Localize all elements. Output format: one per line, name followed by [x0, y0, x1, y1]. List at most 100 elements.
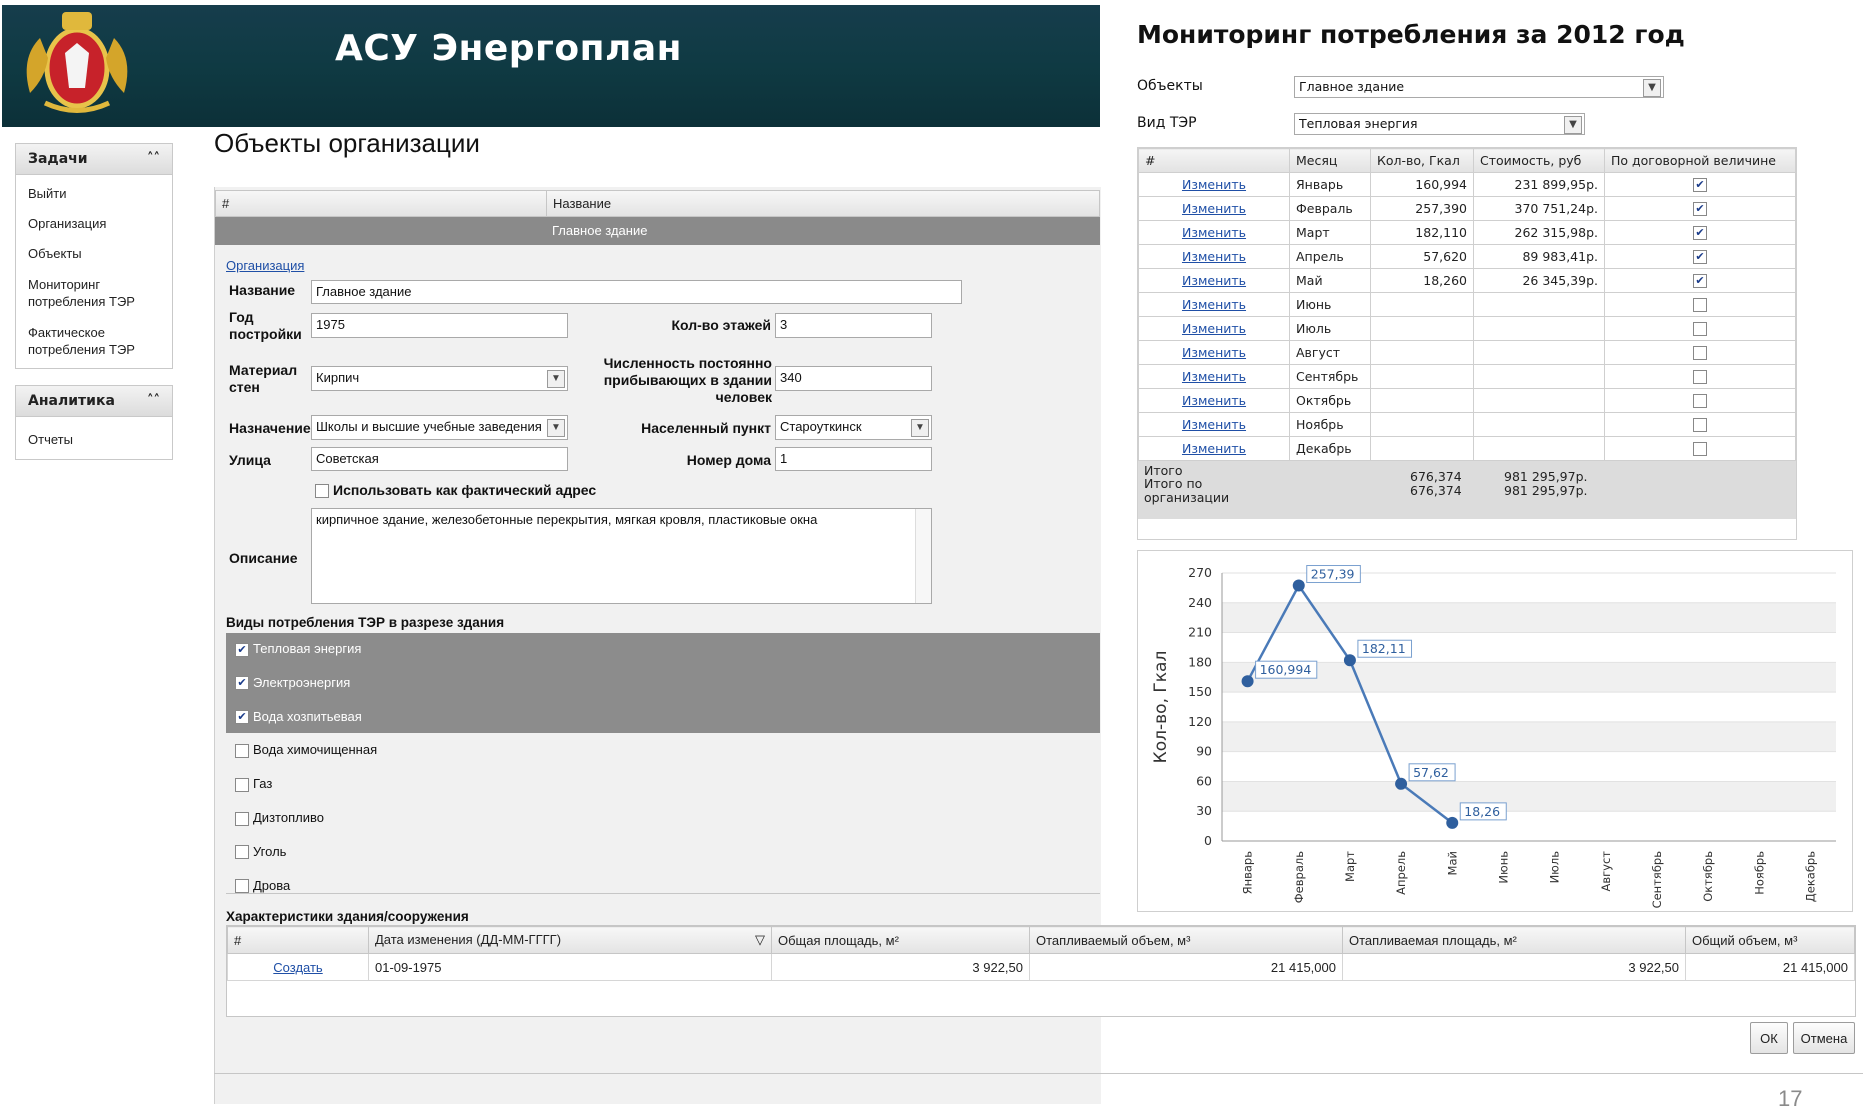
checkbox-icon[interactable]	[1693, 418, 1707, 433]
checkbox-checked-icon[interactable]: ✔	[1693, 250, 1707, 265]
street-input[interactable]: Советская	[311, 447, 568, 471]
consumption-item[interactable]: Дизтопливо	[235, 810, 324, 826]
house-input[interactable]: 1	[775, 447, 932, 471]
sidebar-item-actual-consumption[interactable]: Фактическое потребления ТЭР	[16, 324, 148, 358]
cost-cell: 231 899,95р.	[1473, 172, 1605, 197]
consumption-item[interactable]: ✔ Тепловая энергия	[235, 641, 361, 657]
data-point[interactable]	[1292, 579, 1305, 592]
edit-link[interactable]: Изменить	[1182, 201, 1246, 216]
checkbox-icon[interactable]	[1693, 322, 1707, 337]
double-chevron-up-icon[interactable]: ˄˄	[147, 144, 160, 174]
table-row: Изменить Октябрь	[1138, 388, 1796, 413]
chevron-down-icon[interactable]: ▼	[911, 419, 929, 437]
sidebar-item-organization[interactable]: Организация	[16, 216, 106, 231]
description-textarea[interactable]: кирпичное здание, железобетонные перекры…	[311, 508, 932, 604]
floors-input[interactable]: 3	[775, 313, 932, 338]
consumption-item[interactable]: Дрова	[235, 878, 290, 894]
actual-address-checkbox[interactable]	[315, 484, 329, 499]
name-input[interactable]: Главное здание	[311, 280, 962, 304]
chevron-down-icon[interactable]: ▼	[1643, 79, 1661, 97]
description-value: кирпичное здание, железобетонные перекры…	[316, 512, 818, 527]
edit-link[interactable]: Изменить	[1182, 417, 1246, 432]
checkbox-icon[interactable]	[1693, 394, 1707, 409]
people-input[interactable]: 340	[775, 366, 932, 391]
double-chevron-up-icon[interactable]: ˄˄	[147, 386, 160, 416]
actual-address-checkbox-row[interactable]: Использовать как фактический адрес	[315, 482, 596, 499]
month-cell: Февраль	[1289, 196, 1371, 221]
sidebar-item-objects[interactable]: Объекты	[16, 246, 82, 261]
material-select[interactable]: Кирпич ▼	[311, 366, 568, 391]
checkbox-checked-icon[interactable]: ✔	[1693, 274, 1707, 289]
month-cell: Октябрь	[1289, 388, 1371, 413]
consumption-item[interactable]: ✔ Вода хозпитьевая	[235, 709, 362, 725]
objects-select[interactable]: Главное здание ▼	[1294, 76, 1664, 98]
edit-link[interactable]: Изменить	[1182, 321, 1246, 336]
cancel-button[interactable]: Отмена	[1793, 1022, 1855, 1054]
checkbox-icon[interactable]	[235, 845, 249, 860]
sidebar-item-logout[interactable]: Выйти	[16, 186, 67, 201]
char-total-volume-cell: 21 415,000	[1685, 953, 1855, 981]
chevron-down-icon[interactable]: ▼	[1564, 116, 1582, 134]
purpose-select[interactable]: Школы и высшие учебные заведения ▼	[311, 415, 568, 440]
edit-link[interactable]: Изменить	[1182, 273, 1246, 288]
sidebar-item-monitoring[interactable]: Мониторинг потребления ТЭР	[16, 276, 148, 310]
chevron-down-icon[interactable]: ▼	[547, 370, 565, 388]
ok-button[interactable]: ОК	[1750, 1022, 1788, 1054]
chevron-down-icon[interactable]: ▼	[547, 419, 565, 437]
checkbox-icon[interactable]	[235, 743, 249, 758]
consumption-item[interactable]: Уголь	[235, 844, 286, 860]
checkbox-checked-icon[interactable]: ✔	[1693, 226, 1707, 241]
objects-grid-selected-row[interactable]: Главное здание	[215, 217, 1100, 245]
edit-link[interactable]: Изменить	[1182, 345, 1246, 360]
create-link[interactable]: Создать	[273, 960, 322, 975]
data-point[interactable]	[1241, 675, 1254, 688]
sort-descending-icon[interactable]: ▽	[755, 932, 765, 948]
y-tick-label: 60	[1196, 773, 1212, 788]
material-value: Кирпич	[316, 370, 360, 385]
edit-link[interactable]: Изменить	[1182, 369, 1246, 384]
month-cell: Август	[1289, 340, 1371, 365]
edit-link[interactable]: Изменить	[1182, 441, 1246, 456]
table-row: Изменить Сентябрь	[1138, 364, 1796, 389]
locality-select[interactable]: Староуткинск ▼	[775, 415, 932, 440]
edit-link[interactable]: Изменить	[1182, 297, 1246, 312]
table-row: Изменить Август	[1138, 340, 1796, 365]
consumption-item[interactable]: Вода химочищенная	[235, 742, 377, 758]
textarea-scrollbar[interactable]	[915, 509, 931, 603]
checkbox-icon[interactable]	[1693, 298, 1707, 313]
year-input[interactable]: 1975	[311, 313, 568, 338]
edit-link[interactable]: Изменить	[1182, 225, 1246, 240]
organization-link[interactable]: Организация	[226, 258, 304, 273]
x-tick-label: Март	[1343, 851, 1357, 882]
char-col-date[interactable]: Дата изменения (ДД-ММ-ГГГГ) ▽	[368, 926, 772, 954]
char-date-cell: 01-09-1975	[368, 953, 772, 981]
name-label: Название	[229, 282, 296, 298]
checkbox-icon[interactable]	[235, 777, 249, 792]
checkbox-icon[interactable]	[235, 811, 249, 826]
ter-select[interactable]: Тепловая энергия ▼	[1294, 113, 1585, 135]
edit-link[interactable]: Изменить	[1182, 393, 1246, 408]
consumption-item[interactable]: ✔ Электроэнергия	[235, 675, 350, 691]
locality-label: Населенный пункт	[641, 420, 771, 436]
checkbox-checked-icon[interactable]: ✔	[1693, 202, 1707, 217]
consumption-item[interactable]: Газ	[235, 776, 272, 792]
data-point[interactable]	[1446, 816, 1459, 829]
data-point[interactable]	[1395, 777, 1408, 790]
edit-link[interactable]: Изменить	[1182, 177, 1246, 192]
checkbox-icon[interactable]	[1693, 442, 1707, 457]
tasks-panel-header[interactable]: Задачи ˄˄	[16, 144, 172, 175]
checkbox-icon[interactable]	[1693, 370, 1707, 385]
edit-link[interactable]: Изменить	[1182, 249, 1246, 264]
checkbox-checked-icon[interactable]: ✔	[235, 676, 249, 691]
table-row: Изменить Январь 160,994 231 899,95р. ✔	[1138, 172, 1796, 197]
checkbox-icon[interactable]	[235, 879, 249, 894]
data-point[interactable]	[1343, 654, 1356, 667]
checkbox-icon[interactable]	[1693, 346, 1707, 361]
checkbox-checked-icon[interactable]: ✔	[1693, 178, 1707, 193]
cost-cell: 26 345,39р.	[1473, 268, 1605, 293]
checkbox-checked-icon[interactable]: ✔	[235, 710, 249, 725]
sidebar-item-reports[interactable]: Отчеты	[16, 432, 73, 447]
analytics-panel-header[interactable]: Аналитика ˄˄	[16, 386, 172, 417]
monitoring-grid: # Месяц Кол-во, Гкал Стоимость, руб По д…	[1137, 147, 1797, 540]
checkbox-checked-icon[interactable]: ✔	[235, 642, 249, 657]
